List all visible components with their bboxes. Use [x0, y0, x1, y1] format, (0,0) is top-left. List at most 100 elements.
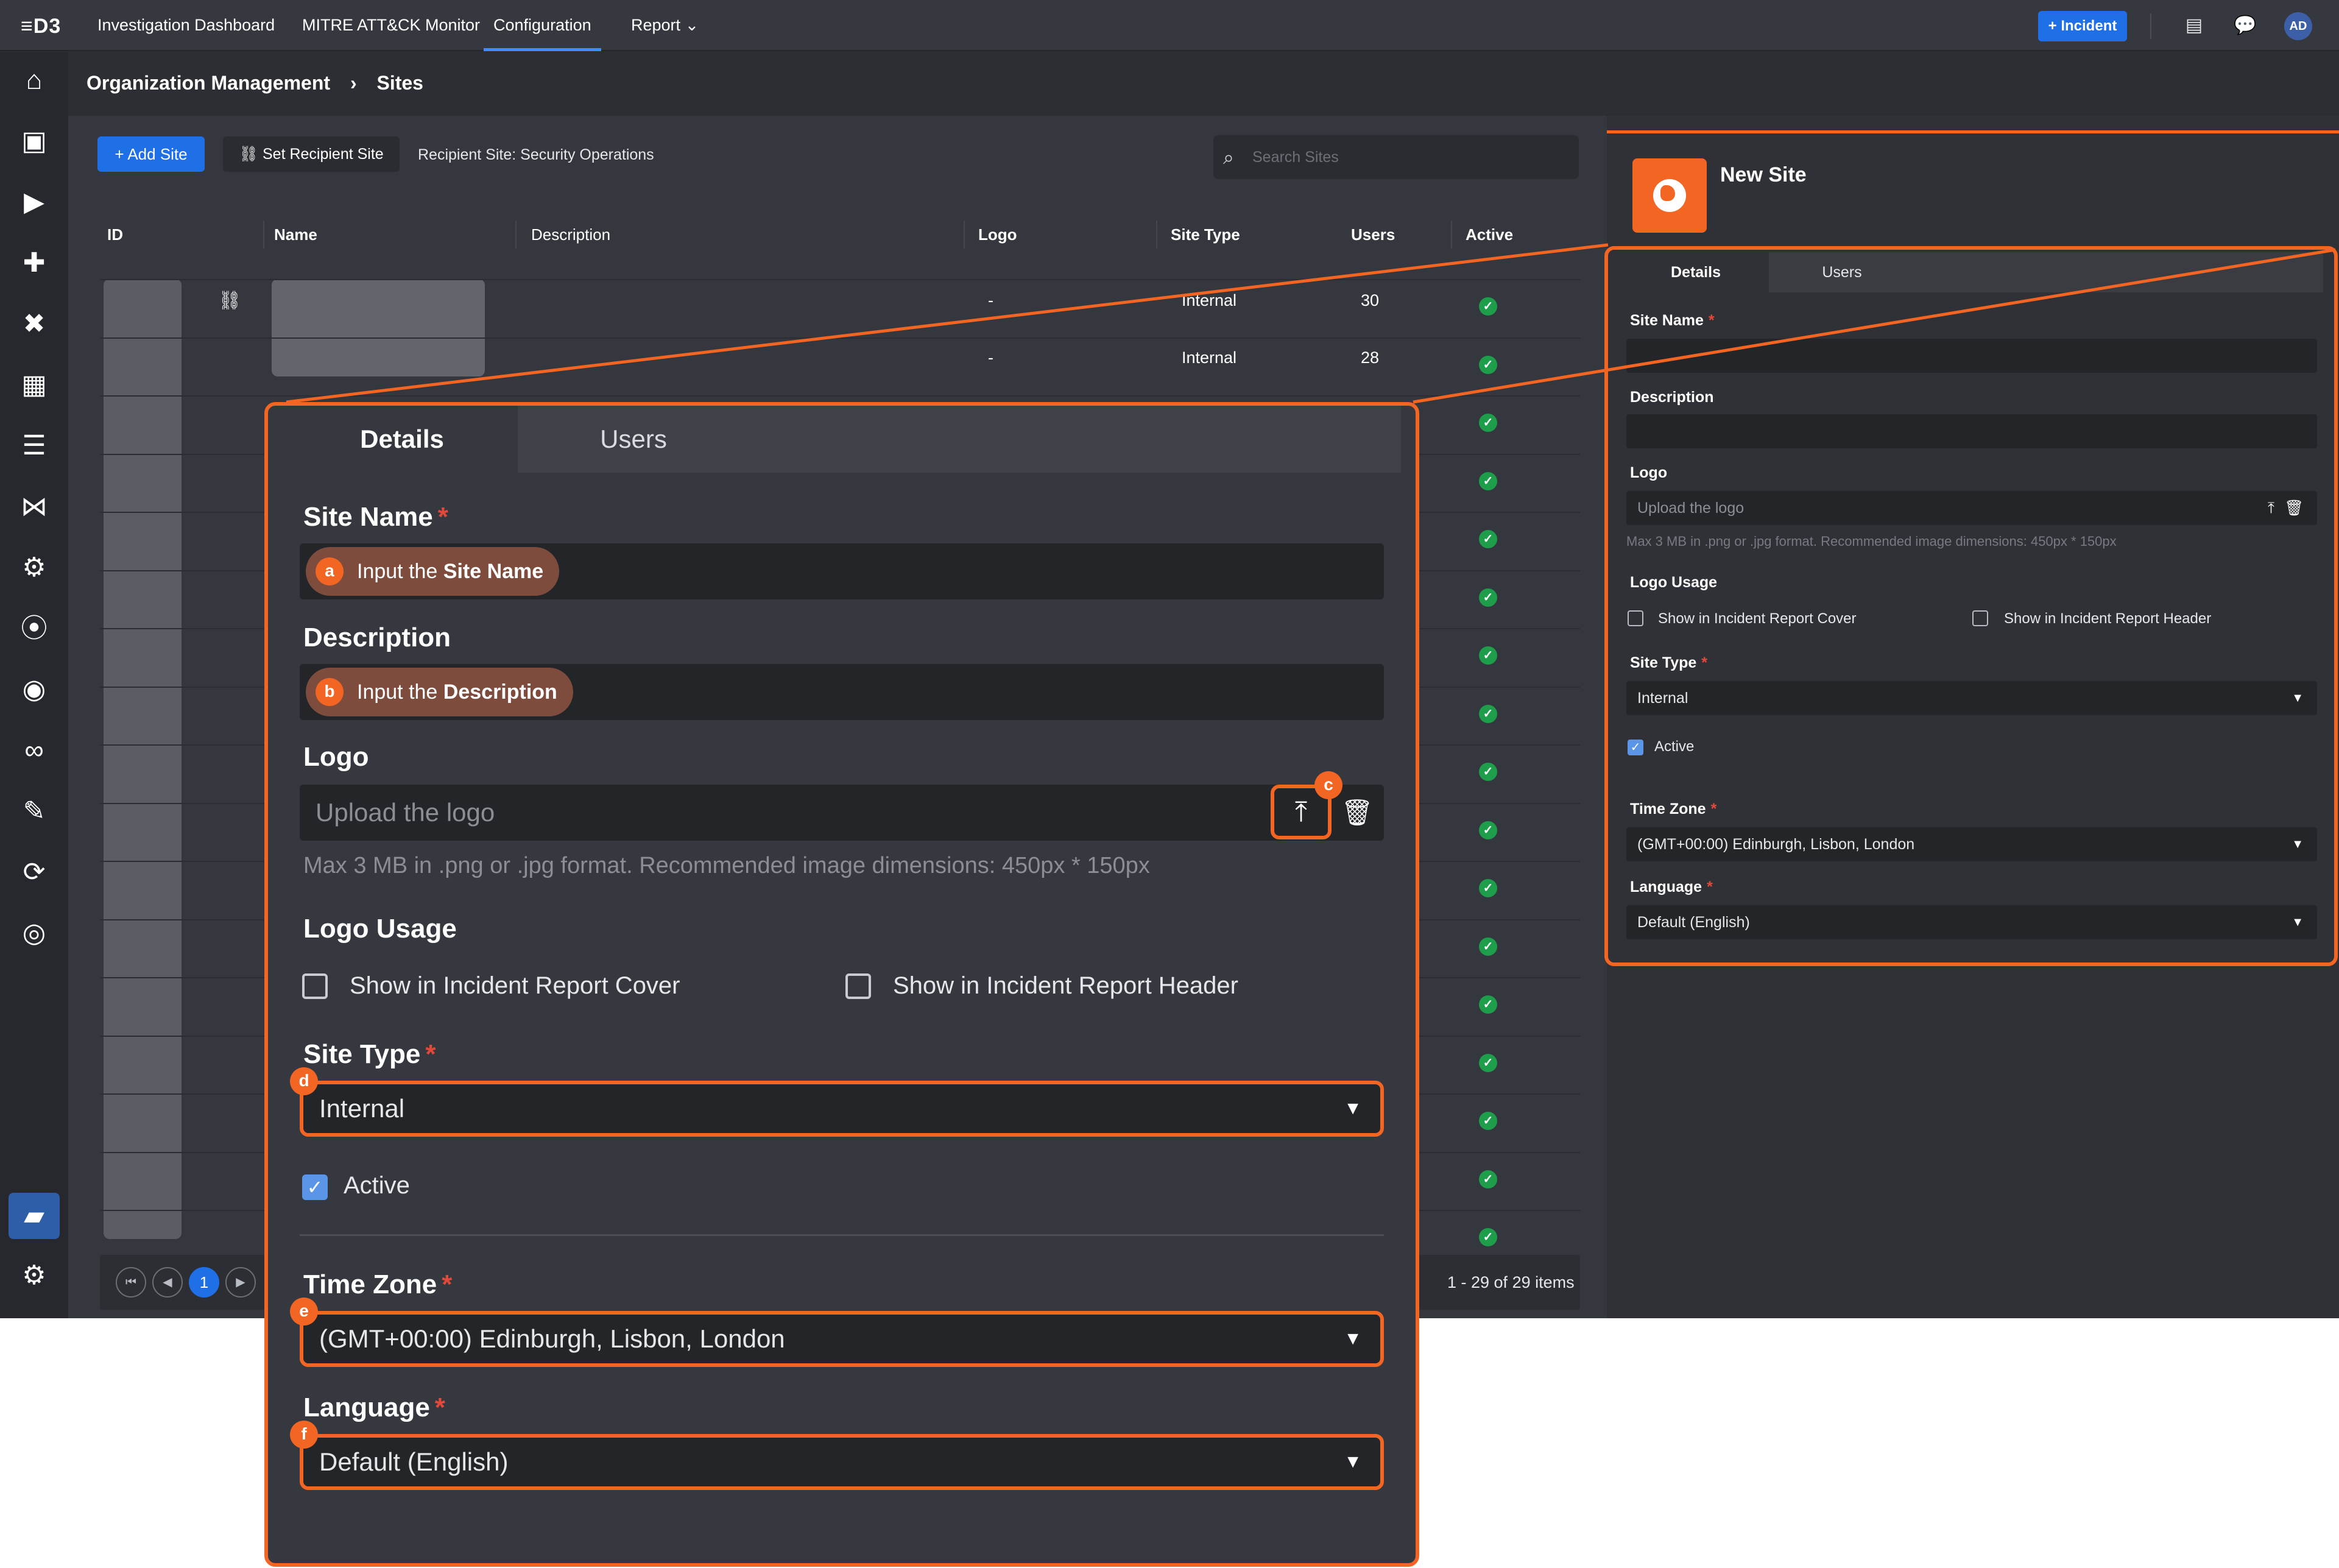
zoom-site-type-label: Site Type * — [303, 1039, 436, 1069]
add-site-button[interactable]: + Add Site — [97, 136, 205, 172]
sidebar: ⌂ ▣ ▶ ✚ ✖ ▦ ☰ ⋈ ⚙ ⦿ ◉ ∞ ✎ ⟳ ◎ ▰ ⚙ — [0, 52, 68, 1318]
col-logo[interactable]: Logo — [978, 225, 1017, 244]
active-checkbox[interactable]: ✓ — [1628, 740, 1643, 755]
zoom-site-type-select[interactable]: Internal ▼ — [300, 1081, 1384, 1137]
tab-users[interactable]: Users — [1769, 252, 1915, 292]
zoom-time-zone-select[interactable]: (GMT+00:00) Edinburgh, Lisbon, London ▼ — [300, 1311, 1384, 1367]
zoom-active-checkbox[interactable]: ✓ — [302, 1174, 328, 1200]
time-zone-value: (GMT+00:00) Edinburgh, Lisbon, London — [1637, 836, 1915, 853]
d3-logo[interactable]: ≡D3 — [21, 15, 61, 38]
prev-page-icon[interactable]: ◀ — [152, 1267, 183, 1298]
site-type-label: Site Type * — [1630, 654, 1708, 671]
caret-down-icon: ▼ — [1344, 1329, 1362, 1349]
table-row[interactable] — [100, 279, 1580, 280]
set-recipient-site-button[interactable]: ⛓ Set Recipient Site — [223, 136, 400, 172]
binoculars-icon[interactable]: ∞ — [17, 733, 51, 768]
active-check-icon: ✓ — [1479, 705, 1497, 723]
zoom-logo-upload-field[interactable]: Upload the logo — [300, 785, 1384, 841]
site-type-select[interactable]: Internal ▼ — [1626, 681, 2317, 715]
trash-icon[interactable]: 🗑 — [2284, 491, 2304, 525]
col-site-type[interactable]: Site Type — [1171, 225, 1240, 244]
incident-calendar-icon[interactable]: ▣ — [17, 124, 51, 158]
column-divider — [263, 221, 264, 249]
integration-puzzle-icon[interactable]: ✚ — [17, 246, 51, 280]
column-divider — [1451, 221, 1452, 249]
user-avatar[interactable]: AD — [2284, 12, 2312, 40]
logo-placeholder: Upload the logo — [1637, 500, 1745, 517]
zoom-site-type-value: Internal — [319, 1094, 405, 1123]
document-edit-icon[interactable]: ✎ — [17, 794, 51, 828]
annotation-marker-b: b — [316, 678, 344, 706]
nav-mitre-attack-monitor[interactable]: MITRE ATT&CK Monitor — [302, 16, 480, 35]
nav-investigation-dashboard[interactable]: Investigation Dashboard — [97, 16, 275, 35]
col-name[interactable]: Name — [274, 225, 317, 244]
active-check-icon: ✓ — [1479, 1170, 1497, 1188]
sync-icon[interactable]: ⟳ — [17, 855, 51, 889]
upload-icon[interactable]: ⤒ — [2268, 491, 2274, 525]
broadcast-icon[interactable]: ⦿ — [17, 612, 51, 646]
schedule-calendar-icon[interactable]: ▦ — [17, 368, 51, 402]
zoom-language-value: Default (English) — [319, 1447, 509, 1476]
site-name-label: Site Name * — [1630, 312, 1715, 329]
organization-folder-icon[interactable]: ▰ — [9, 1193, 60, 1239]
language-select[interactable]: Default (English) ▼ — [1626, 905, 2317, 939]
api-gear-icon[interactable]: ⚙ — [17, 551, 51, 585]
active-check-icon: ✓ — [1479, 1112, 1497, 1130]
logo-upload-field[interactable]: Upload the logo ⤒ 🗑 — [1626, 491, 2317, 525]
col-description[interactable]: Description — [531, 225, 610, 244]
tab-details[interactable]: Details — [1623, 252, 1769, 292]
nav-report[interactable]: Report ⌄ — [631, 16, 699, 35]
description-input[interactable] — [1626, 414, 2317, 448]
globe-person-icon[interactable]: ◉ — [17, 673, 51, 707]
annotation-b-pill: Input the Description — [306, 668, 573, 716]
active-label: Active — [1654, 738, 1695, 755]
chat-icon[interactable]: 💬 — [2233, 13, 2257, 38]
first-page-icon[interactable]: ⏮ — [116, 1267, 146, 1298]
redacted-id-column — [104, 279, 182, 1239]
zoom-tab-details[interactable]: Details — [286, 406, 518, 473]
recipient-site-text: Recipient Site: Security Operations — [418, 146, 654, 163]
caret-down-icon: ▼ — [2291, 916, 2304, 929]
zoom-trash-icon[interactable]: 🗑 — [1339, 788, 1375, 837]
recipient-link-icon: ⛓ — [218, 291, 242, 311]
active-check-icon: ✓ — [1479, 879, 1497, 897]
time-zone-select[interactable]: (GMT+00:00) Edinburgh, Lisbon, London ▼ — [1626, 827, 2317, 861]
logo-hint: Max 3 MB in .png or .jpg format. Recomme… — [1626, 534, 2117, 549]
annotation-marker-d: d — [290, 1067, 318, 1095]
zoom-tab-users[interactable]: Users — [518, 406, 749, 473]
home-icon[interactable]: ⌂ — [17, 63, 51, 97]
playbook-icon[interactable]: ▶ — [17, 185, 51, 219]
col-users[interactable]: Users — [1351, 225, 1395, 244]
zoom-report-header-checkbox[interactable] — [845, 973, 871, 999]
zoomed-details-callout: Details Users Site Name * Input the Site … — [264, 402, 1419, 1567]
settings-gear-icon[interactable]: ⚙ — [17, 1259, 51, 1293]
col-active[interactable]: Active — [1466, 225, 1513, 244]
zoom-language-label: Language * — [303, 1393, 445, 1422]
zoom-language-select[interactable]: Default (English) ▼ — [300, 1434, 1384, 1490]
report-header-checkbox[interactable] — [1972, 610, 1988, 626]
report-cover-checkbox[interactable] — [1628, 610, 1643, 626]
row2-site-type: Internal — [1182, 348, 1237, 367]
search-input[interactable] — [1252, 135, 1569, 179]
next-page-icon[interactable]: ▶ — [225, 1267, 256, 1298]
table-row[interactable] — [100, 395, 1580, 397]
table-row[interactable] — [100, 337, 1580, 339]
caret-down-icon: ▼ — [2291, 838, 2304, 851]
new-site-panel: New Site Details Users Site Name * Descri… — [1604, 116, 2339, 1318]
active-check-icon: ✓ — [1479, 1054, 1497, 1072]
site-name-input[interactable] — [1626, 339, 2317, 373]
create-incident-button[interactable]: + Incident — [2038, 11, 2127, 41]
col-id[interactable]: ID — [107, 225, 123, 244]
nav-configuration[interactable]: Configuration — [484, 16, 601, 51]
current-page[interactable]: 1 — [189, 1267, 219, 1298]
set-recipient-label: Set Recipient Site — [262, 146, 384, 163]
tools-icon[interactable]: ✖ — [17, 307, 51, 341]
document-icon[interactable]: ▤ — [2182, 13, 2206, 38]
language-value: Default (English) — [1637, 914, 1750, 931]
database-icon[interactable]: ☰ — [17, 429, 51, 463]
search-icon: ⌕ — [1223, 146, 1234, 168]
graph-icon[interactable]: ⋈ — [17, 490, 51, 524]
zoom-report-cover-checkbox[interactable] — [302, 973, 328, 999]
fingerprint-icon[interactable]: ◎ — [17, 916, 51, 950]
breadcrumb-parent[interactable]: Organization Management — [86, 72, 330, 94]
